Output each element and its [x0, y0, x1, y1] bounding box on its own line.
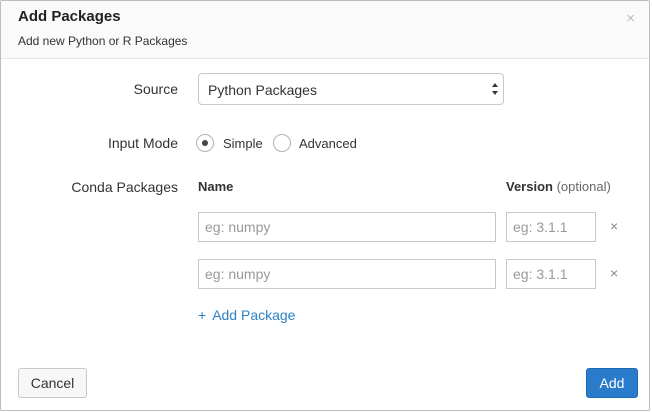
radio-simple-label[interactable]: Simple	[223, 136, 263, 151]
add-package-label: Add Package	[212, 307, 296, 323]
dialog-subtitle: Add new Python or R Packages	[18, 34, 188, 48]
radio-selected-dot	[202, 140, 208, 146]
name-header-text: Name	[198, 179, 234, 194]
package-name-input[interactable]	[198, 212, 496, 242]
radio-simple[interactable]	[196, 134, 214, 152]
name-column-header: Name	[198, 179, 233, 194]
source-selected-value: Python Packages	[208, 82, 317, 98]
close-icon[interactable]: ×	[626, 9, 635, 29]
add-package-link[interactable]: + Add Package	[198, 307, 295, 323]
radio-advanced-label[interactable]: Advanced	[299, 136, 357, 151]
cancel-button[interactable]: Cancel	[18, 368, 87, 398]
package-version-input[interactable]	[506, 212, 596, 242]
conda-packages-label: Conda Packages	[71, 179, 178, 195]
add-packages-dialog: Add Packages Add new Python or R Package…	[0, 0, 650, 411]
input-mode-label: Input Mode	[107, 135, 178, 151]
add-button[interactable]: Add	[586, 368, 638, 398]
version-header-text: Version	[506, 179, 553, 194]
remove-row-icon[interactable]: ×	[610, 218, 618, 234]
package-version-input[interactable]	[506, 259, 596, 289]
version-optional-text: (optional)	[556, 179, 611, 194]
dialog-header: Add Packages Add new Python or R Package…	[1, 1, 649, 59]
remove-row-icon[interactable]: ×	[610, 265, 618, 281]
source-label: Source	[133, 81, 178, 97]
version-column-header: Version (optional)	[506, 179, 611, 194]
dialog-title: Add Packages	[18, 8, 121, 25]
select-arrows-icon	[492, 83, 498, 95]
source-select[interactable]: Python Packages	[198, 73, 504, 105]
package-name-input[interactable]	[198, 259, 496, 289]
plus-icon: +	[198, 307, 207, 323]
radio-advanced[interactable]	[273, 134, 291, 152]
